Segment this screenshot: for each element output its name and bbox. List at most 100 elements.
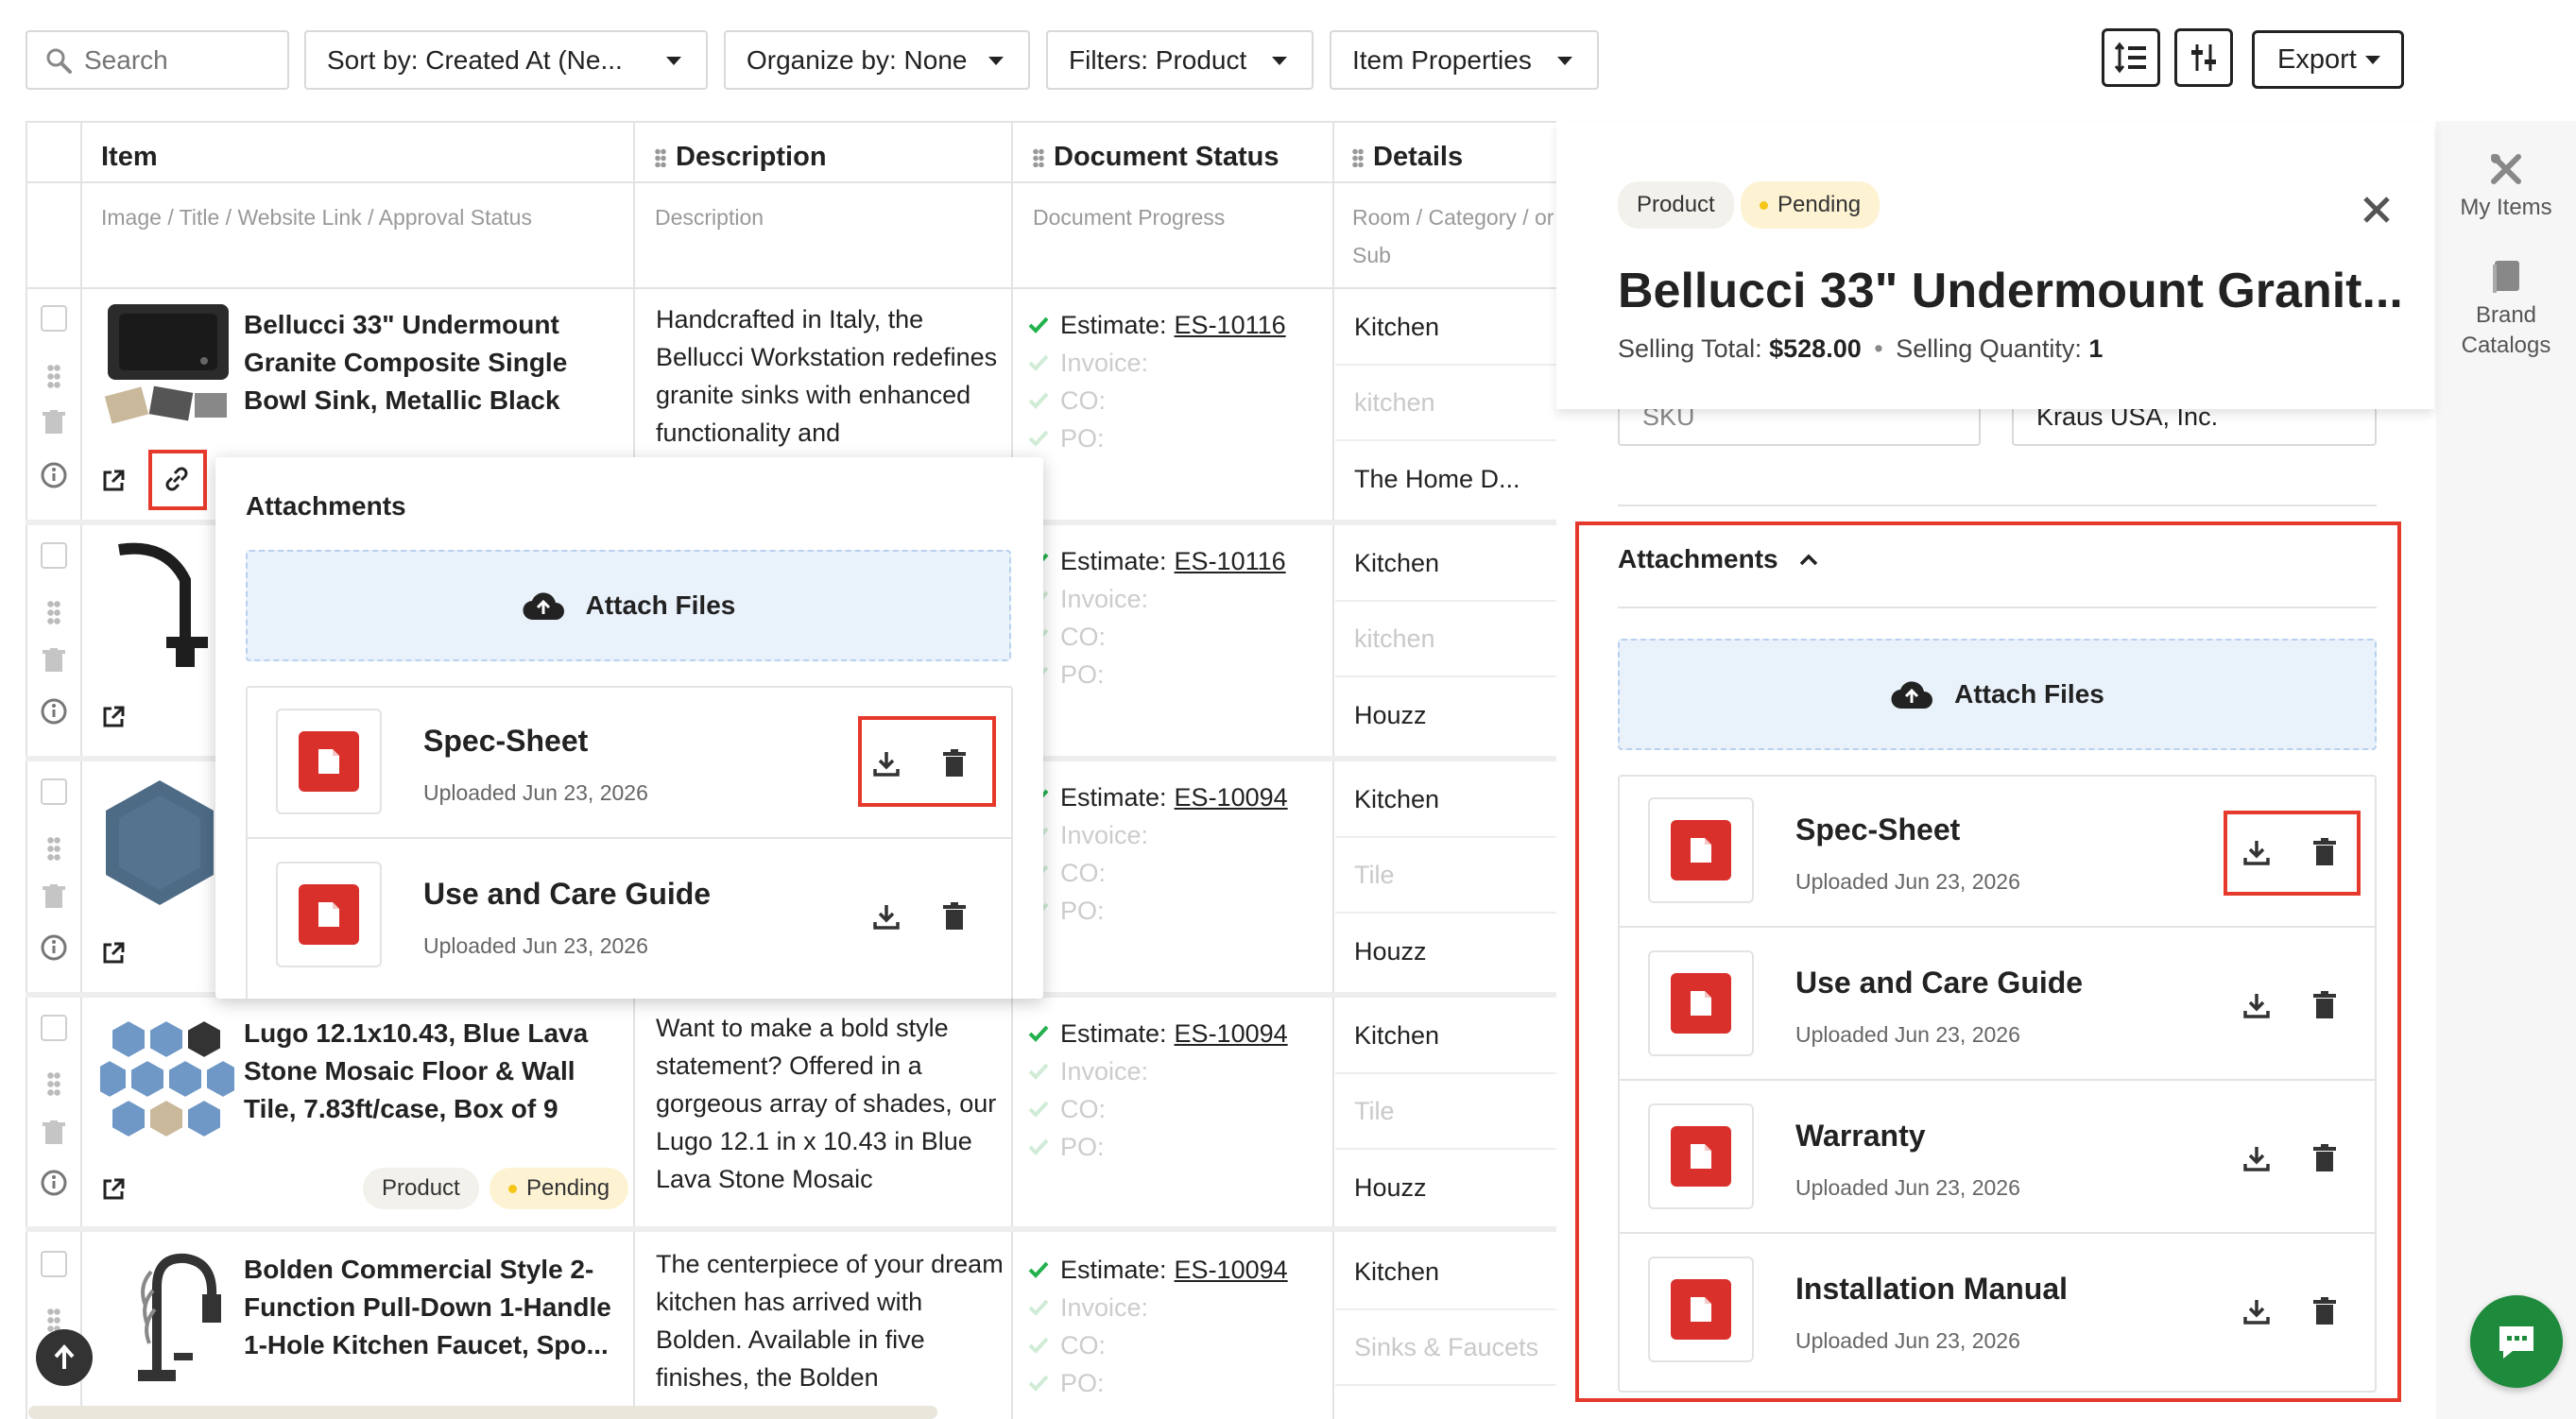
file-name[interactable]: Spec-Sheet [1795, 812, 1960, 847]
room-value[interactable]: Kitchen [1335, 526, 1556, 602]
trash-icon[interactable] [43, 1120, 65, 1145]
rail-my-items[interactable]: My Items [2436, 151, 2576, 223]
row-height-button[interactable] [2102, 28, 2160, 87]
drag-handle-icon[interactable] [47, 364, 60, 388]
vendor-value[interactable]: Houzz [1335, 914, 1556, 989]
column-header-description[interactable]: Description [655, 142, 827, 173]
estimate-link[interactable]: ES-10094 [1175, 1015, 1288, 1052]
check-icon [1028, 1337, 1049, 1354]
scroll-top-button[interactable] [36, 1329, 93, 1386]
item-title[interactable]: Bolden Commercial Style 2-Function Pull-… [244, 1251, 622, 1364]
drag-handle-icon[interactable] [47, 836, 60, 861]
delete-button[interactable] [2308, 1141, 2342, 1175]
horizontal-scrollbar[interactable] [28, 1406, 937, 1419]
drag-handle-icon[interactable] [47, 1071, 60, 1096]
filters-dropdown[interactable]: Filters: Product [1046, 30, 1314, 90]
product-image-sink[interactable] [102, 300, 234, 433]
file-name[interactable]: Use and Care Guide [423, 877, 711, 912]
file-row[interactable]: Use and Care Guide Uploaded Jun 23, 2026 [1620, 930, 2375, 1081]
room-value[interactable]: Kitchen [1335, 762, 1556, 838]
item-title[interactable]: Bellucci 33" Undermount Granite Composit… [244, 306, 622, 419]
search-box[interactable] [26, 30, 289, 90]
category-value[interactable]: Sinks & Faucets [1335, 1310, 1556, 1386]
info-icon[interactable] [40, 933, 68, 962]
column-header-details[interactable]: Details [1352, 142, 1463, 173]
row-checkbox[interactable] [41, 778, 67, 805]
product-image-mosaic[interactable] [100, 1017, 234, 1149]
file-name[interactable]: Spec-Sheet [423, 724, 588, 759]
drag-handle-icon[interactable] [47, 1308, 60, 1332]
drag-handle-icon[interactable] [655, 148, 666, 167]
estimate-link[interactable]: ES-10094 [1175, 1251, 1288, 1289]
export-button[interactable]: Export [2252, 30, 2404, 89]
trash-icon [2313, 991, 2336, 1018]
file-name[interactable]: Installation Manual [1795, 1272, 2068, 1307]
delete-button[interactable] [2308, 988, 2342, 1022]
file-row[interactable]: Installation Manual Uploaded Jun 23, 202… [1620, 1236, 2375, 1387]
info-icon[interactable] [40, 461, 68, 489]
drag-handle-icon[interactable] [1033, 148, 1044, 167]
vendor-value[interactable]: Houzz [1335, 1150, 1556, 1225]
category-value[interactable]: Tile [1335, 838, 1556, 914]
product-image-tile[interactable] [102, 777, 217, 909]
file-date: Uploaded Jun 23, 2026 [1795, 1328, 2020, 1353]
chevron-down-icon [988, 57, 1004, 65]
download-button[interactable] [2240, 988, 2274, 1022]
external-link-icon[interactable] [101, 705, 126, 729]
item-title[interactable]: Lugo 12.1x10.43, Blue Lava Stone Mosaic … [244, 1015, 622, 1128]
download-button[interactable] [2240, 1294, 2274, 1328]
vendor-value[interactable]: Houzz [1335, 677, 1556, 753]
room-value[interactable]: Kitchen [1335, 1235, 1556, 1310]
row-checkbox[interactable] [41, 1015, 67, 1041]
file-date: Uploaded Jun 23, 2026 [1795, 869, 2020, 894]
sort-dropdown[interactable]: Sort by: Created At (Ne... [304, 30, 708, 90]
delete-button[interactable] [2308, 1294, 2342, 1328]
download-button[interactable] [2240, 1141, 2274, 1175]
download-icon [2243, 994, 2270, 1018]
external-link-icon[interactable] [101, 469, 126, 493]
category-value[interactable]: kitchen [1335, 366, 1556, 441]
attachments-section-header[interactable]: Attachments [1618, 544, 1818, 574]
estimate-link[interactable]: ES-10116 [1175, 542, 1286, 580]
column-header-item[interactable]: Item [101, 142, 158, 173]
attach-files-button[interactable]: Attach Files [246, 550, 1011, 661]
item-description: Want to make a bold style statement? Off… [656, 1014, 997, 1193]
info-icon[interactable] [40, 1169, 68, 1197]
file-name[interactable]: Warranty [1795, 1119, 1926, 1154]
drag-handle-icon[interactable] [1352, 148, 1364, 167]
room-value[interactable]: Kitchen [1335, 290, 1556, 366]
chevron-up-icon[interactable] [1799, 553, 1818, 566]
column-settings-button[interactable] [2174, 28, 2233, 87]
drag-handle-icon[interactable] [47, 600, 60, 624]
column-header-document-status[interactable]: Document Status [1033, 142, 1279, 173]
product-image-faucet[interactable] [100, 542, 214, 675]
estimate-link[interactable]: ES-10094 [1175, 778, 1288, 816]
external-link-icon[interactable] [101, 941, 126, 966]
file-row[interactable]: Use and Care Guide Uploaded Jun 23, 2026 [248, 841, 1011, 992]
attach-files-button[interactable]: Attach Files [1618, 639, 2377, 750]
info-icon[interactable] [40, 697, 68, 726]
delete-button[interactable] [937, 899, 971, 933]
chat-button[interactable] [2470, 1295, 2563, 1388]
product-image-faucet[interactable] [100, 1249, 232, 1391]
file-row[interactable]: Warranty Uploaded Jun 23, 2026 [1620, 1083, 2375, 1234]
trash-icon[interactable] [43, 884, 65, 909]
category-value[interactable]: Tile [1335, 1074, 1556, 1150]
item-properties-dropdown[interactable]: Item Properties [1330, 30, 1599, 90]
close-icon[interactable] [2361, 195, 2392, 225]
row-checkbox[interactable] [41, 542, 67, 569]
row-checkbox[interactable] [41, 1251, 67, 1277]
row-checkbox[interactable] [41, 305, 67, 332]
search-input[interactable] [84, 44, 273, 76]
organize-dropdown[interactable]: Organize by: None [724, 30, 1030, 90]
trash-icon[interactable] [43, 410, 65, 435]
room-value[interactable]: Kitchen [1335, 999, 1556, 1074]
trash-icon[interactable] [43, 648, 65, 673]
external-link-icon[interactable] [101, 1177, 126, 1202]
category-value[interactable]: kitchen [1335, 602, 1556, 677]
rail-brand-catalogs[interactable]: Brand Catalogs [2436, 259, 2576, 361]
estimate-link[interactable]: ES-10116 [1175, 306, 1286, 344]
download-button[interactable] [869, 899, 903, 933]
file-name[interactable]: Use and Care Guide [1795, 966, 2083, 1000]
vendor-value[interactable]: The Home D... [1335, 441, 1556, 517]
